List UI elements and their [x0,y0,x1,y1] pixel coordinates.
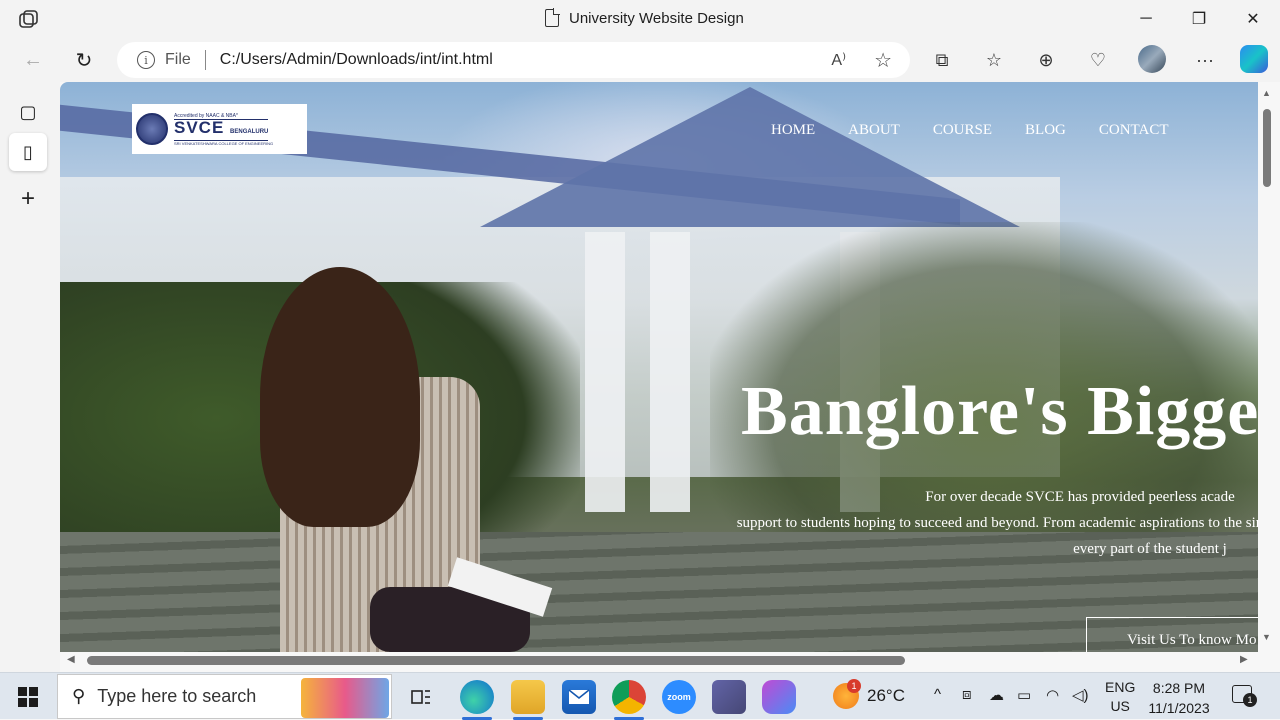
keyboard-region: US [1110,698,1130,714]
chrome-icon[interactable] [612,680,646,720]
scroll-down-arrow-icon[interactable]: ▼ [1262,632,1271,642]
scroll-right-arrow-icon[interactable]: ▶ [1240,654,1248,665]
profile-avatar[interactable] [1138,45,1166,73]
horizontal-scrollbar[interactable]: ◀ ▶ [60,652,1258,672]
page-viewport: Accredited by NAAC & NBA* SVCE BENGALURU… [60,82,1258,652]
notification-count: 1 [1243,693,1257,707]
scroll-left-arrow-icon[interactable]: ◀ [67,654,75,665]
close-button[interactable]: ✕ [1227,0,1279,38]
language-indicator[interactable]: ENG US [1105,678,1135,716]
url-scheme: File [165,51,191,68]
student-hair [260,267,420,527]
weather-sun-icon: 1 [833,679,861,709]
clock-time: 8:28 PM [1152,680,1206,696]
logo-name-text: SVCE [174,117,225,137]
hero-description: For over decade SVCE has provided peerle… [620,484,1258,562]
collections-icon[interactable]: ⊕ [1030,44,1062,76]
minimize-button[interactable]: ─ [1120,0,1172,38]
navigation-bar: ← ↻ i File C:/Users/Admin/Downloads/int/… [0,38,1280,82]
logo-text: Accredited by NAAC & NBA* SVCE BENGALURU… [174,113,273,146]
hero-description-line: support to students hoping to succeed an… [736,515,1258,531]
onedrive-cloud-icon[interactable]: ☁ [989,686,1004,704]
visit-us-button[interactable]: Visit Us To know Mo [1086,617,1258,652]
read-aloud-icon[interactable]: A⁾ [831,50,846,70]
college-seal-icon [136,113,168,145]
notification-center-icon[interactable]: 1 [1232,685,1257,707]
copilot-taskbar-icon[interactable] [762,680,796,714]
window-title-text: University Website Design [569,9,744,27]
weather-widget[interactable]: 1 26°C [833,679,905,709]
hero-description-line: For over decade SVCE has provided peerle… [925,489,1235,505]
active-tab-page-icon[interactable]: ▯ [9,133,47,171]
divider [204,50,206,70]
maximize-button[interactable]: ❐ [1173,0,1225,38]
vertical-tabs-sidebar: ▢ ▯ + [0,82,60,672]
zoom-icon[interactable]: zoom [662,680,696,714]
logo-college: SRI VENKATESHWARA COLLEGE OF ENGINEERING [174,140,274,146]
mail-icon[interactable] [562,680,596,714]
horizontal-scroll-thumb[interactable] [87,656,905,665]
windows-start-icon[interactable] [18,687,38,707]
task-view-icon[interactable] [404,680,438,714]
search-highlight-illustration [301,678,389,718]
nav-contact[interactable]: CONTACT [1099,122,1169,139]
volume-icon[interactable]: ◁) [1072,686,1089,704]
tab-actions-icon[interactable] [18,8,42,30]
site-nav-menu: HOME ABOUT COURSE BLOG CONTACT [771,122,1169,139]
show-hidden-icons-chevron[interactable]: ^ [934,686,941,703]
site-logo[interactable]: Accredited by NAAC & NBA* SVCE BENGALURU… [132,104,307,154]
nav-home[interactable]: HOME [771,122,815,139]
favorite-star-icon[interactable]: ☆ [874,48,892,73]
weather-temperature: 26°C [867,686,905,705]
split-screen-icon[interactable]: ⧉ [926,44,958,76]
tab-list-icon[interactable]: ▢ [9,93,47,131]
info-icon[interactable]: i [137,51,155,69]
url-text[interactable]: C:/Users/Admin/Downloads/int/int.html [220,51,493,69]
language-code: ENG [1105,679,1136,695]
weather-badge: 1 [847,679,861,693]
address-bar[interactable]: i File C:/Users/Admin/Downloads/int/int.… [117,42,910,78]
nav-about[interactable]: ABOUT [848,122,900,139]
more-menu-icon[interactable]: ··· [1189,44,1221,76]
hero-description-line: every part of the student j [1073,541,1227,557]
vertical-scrollbar[interactable]: ▲ ▼ [1258,82,1280,652]
wifi-icon[interactable]: ◠ [1046,686,1059,704]
building-column [650,232,690,512]
building-column [585,232,625,512]
favorites-icon[interactable]: ☆ [978,44,1010,76]
copilot-icon[interactable] [1240,45,1268,73]
file-explorer-icon[interactable] [511,680,545,720]
clock-date: 11/1/2023 [1148,700,1210,716]
search-placeholder: Type here to search [97,686,257,706]
new-tab-button[interactable]: + [9,180,47,218]
logo-city: BENGALURU [230,128,269,135]
hero-background-image [60,82,1258,652]
logo-name: SVCE BENGALURU [174,117,269,141]
document-icon [545,8,560,27]
edge-browser-icon[interactable] [460,680,494,720]
battery-icon[interactable]: ▭ [1017,686,1031,704]
system-clock[interactable]: 8:28 PM 11/1/2023 [1145,678,1213,718]
title-bar: University Website Design ─ ❐ ✕ [0,0,1280,38]
teams-icon[interactable] [712,680,746,714]
windows-taskbar: ⚲ Type here to search zoom 1 26°C ^ ⧈ ☁ … [0,672,1280,720]
student-figure [200,267,553,652]
search-icon: ⚲ [72,686,86,706]
back-button[interactable]: ← [17,44,49,76]
nav-course[interactable]: COURSE [933,122,992,139]
meet-now-icon[interactable]: ⧈ [962,686,972,703]
vertical-scroll-thumb[interactable] [1263,109,1271,187]
building-pyramid-roof [480,87,1020,227]
browser-essentials-icon[interactable]: ♡ [1082,44,1114,76]
window-title: University Website Design [545,8,744,27]
hero-headline: Banglore's Bigge [741,373,1258,450]
reload-button[interactable]: ↻ [68,44,100,76]
scroll-up-arrow-icon[interactable]: ▲ [1262,88,1271,98]
taskbar-search-box[interactable]: ⚲ Type here to search [57,674,392,719]
nav-blog[interactable]: BLOG [1025,122,1066,139]
